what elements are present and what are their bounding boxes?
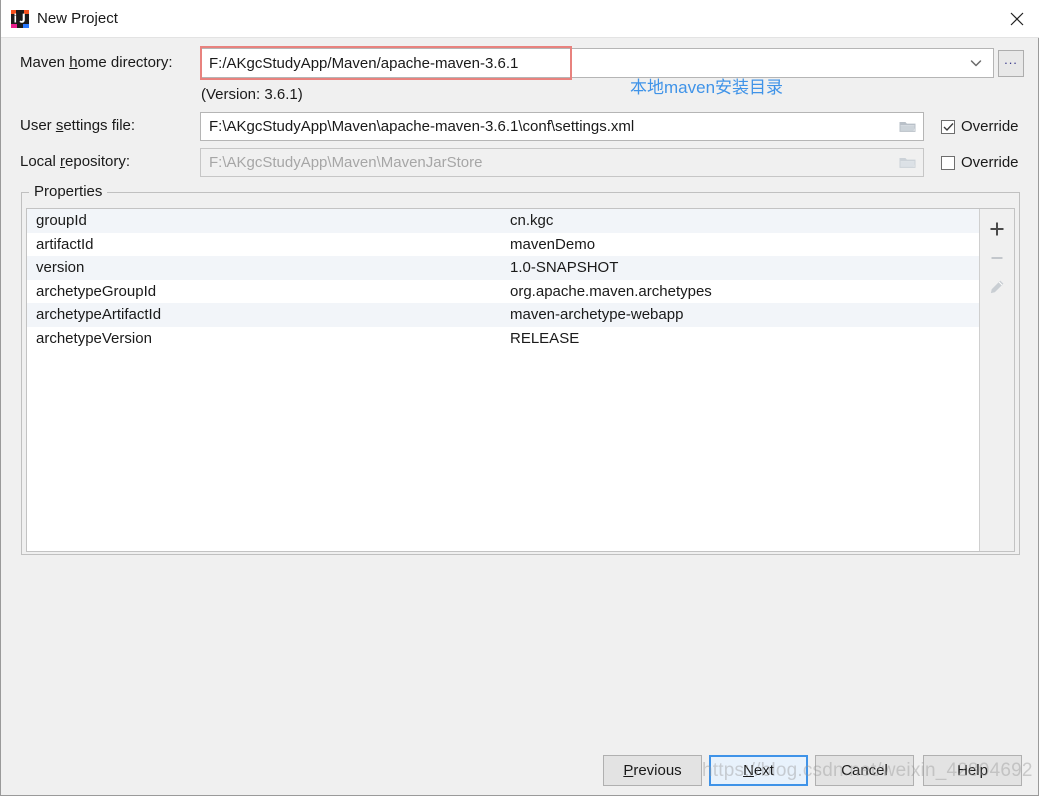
label-part: Local	[20, 153, 61, 170]
property-key: artifactId	[36, 235, 94, 253]
intellij-idea-icon	[10, 9, 30, 29]
user-settings-file-value: F:\AKgcStudyApp\Maven\apache-maven-3.6.1…	[209, 118, 635, 135]
close-button[interactable]	[994, 0, 1039, 37]
property-value: 1.0-SNAPSHOT	[510, 259, 619, 277]
folder-icon	[893, 150, 923, 176]
properties-panel: groupId cn.kgc artifactId mavenDemo vers…	[26, 208, 1015, 552]
remove-property-button	[982, 244, 1012, 272]
label-mnemonic: h	[69, 54, 78, 71]
add-property-button[interactable]	[982, 215, 1012, 243]
label-part: revious	[633, 762, 682, 779]
local-repository-label: Local repository:	[20, 153, 130, 170]
label-part: User	[20, 117, 56, 134]
table-row[interactable]: archetypeGroupId org.apache.maven.archet…	[27, 280, 979, 304]
properties-group-title: Properties	[29, 183, 108, 200]
table-row[interactable]: archetypeArtifactId maven-archetype-weba…	[27, 303, 979, 327]
maven-home-label: Maven home directory:	[20, 54, 173, 71]
property-key: groupId	[36, 212, 87, 230]
help-button[interactable]: Help	[923, 755, 1022, 786]
property-key: archetypeGroupId	[36, 282, 157, 300]
local-repository-input: F:\AKgcStudyApp\Maven\MavenJarStore	[200, 148, 924, 177]
property-value: RELEASE	[510, 329, 580, 347]
properties-table[interactable]: groupId cn.kgc artifactId mavenDemo vers…	[27, 209, 979, 551]
next-button[interactable]: Next	[709, 755, 808, 786]
user-settings-override-checkbox[interactable]: Override	[941, 118, 1019, 135]
label-part: Help	[957, 762, 988, 779]
checkbox-checked-icon	[941, 119, 955, 134]
chevron-down-icon[interactable]	[959, 49, 993, 77]
table-row[interactable]: version 1.0-SNAPSHOT	[27, 256, 979, 280]
property-value: org.apache.maven.archetypes	[510, 282, 712, 300]
label-part: ettings file:	[63, 117, 136, 134]
label-mnemonic: P	[623, 762, 634, 779]
property-value: mavenDemo	[510, 235, 596, 253]
maven-home-directory-combobox[interactable]: F:/AKgcStudyApp/Maven/apache-maven-3.6.1	[200, 48, 994, 78]
folder-icon[interactable]	[893, 114, 923, 140]
label-part: ext	[753, 762, 774, 779]
label-mnemonic: N	[743, 762, 754, 779]
label-part: epository:	[65, 153, 131, 170]
user-settings-file-input[interactable]: F:\AKgcStudyApp\Maven\apache-maven-3.6.1…	[200, 112, 924, 141]
cancel-button[interactable]: Cancel	[815, 755, 914, 786]
table-row[interactable]: artifactId mavenDemo	[27, 233, 979, 257]
property-key: archetypeVersion	[36, 329, 152, 347]
label-part: ome directory:	[77, 54, 173, 71]
title-bar: New Project	[1, 0, 1039, 38]
edit-property-button	[982, 273, 1012, 301]
override-label: Override	[961, 118, 1019, 135]
local-repository-override-checkbox[interactable]: Override	[941, 154, 1019, 171]
page-title: New Project	[37, 10, 118, 27]
annotation-text: 本地maven安装目录	[630, 78, 784, 97]
dialog-button-row: Previous Next Cancel Help	[1, 755, 1039, 787]
maven-home-browse-button[interactable]: ...	[998, 50, 1024, 77]
maven-home-directory-value: F:/AKgcStudyApp/Maven/apache-maven-3.6.1	[209, 54, 519, 72]
label-part: Maven	[20, 54, 70, 71]
property-key: version	[36, 259, 85, 277]
properties-toolbar	[979, 209, 1014, 551]
override-label: Override	[961, 154, 1019, 171]
property-value: cn.kgc	[510, 212, 554, 230]
table-row[interactable]: groupId cn.kgc	[27, 209, 979, 233]
user-settings-file-label: User settings file:	[20, 117, 135, 134]
new-project-dialog: New Project Maven home directory: F:/AKg…	[0, 0, 1039, 796]
property-key: archetypeArtifactId	[36, 306, 162, 324]
local-repository-value: F:\AKgcStudyApp\Maven\MavenJarStore	[209, 154, 483, 171]
maven-version-note: (Version: 3.6.1)	[201, 86, 303, 103]
property-value: maven-archetype-webapp	[510, 306, 684, 324]
label-part: Cancel	[841, 762, 888, 779]
previous-button[interactable]: Previous	[603, 755, 702, 786]
table-row[interactable]: archetypeVersion RELEASE	[27, 327, 979, 351]
checkbox-unchecked-icon	[941, 155, 955, 170]
